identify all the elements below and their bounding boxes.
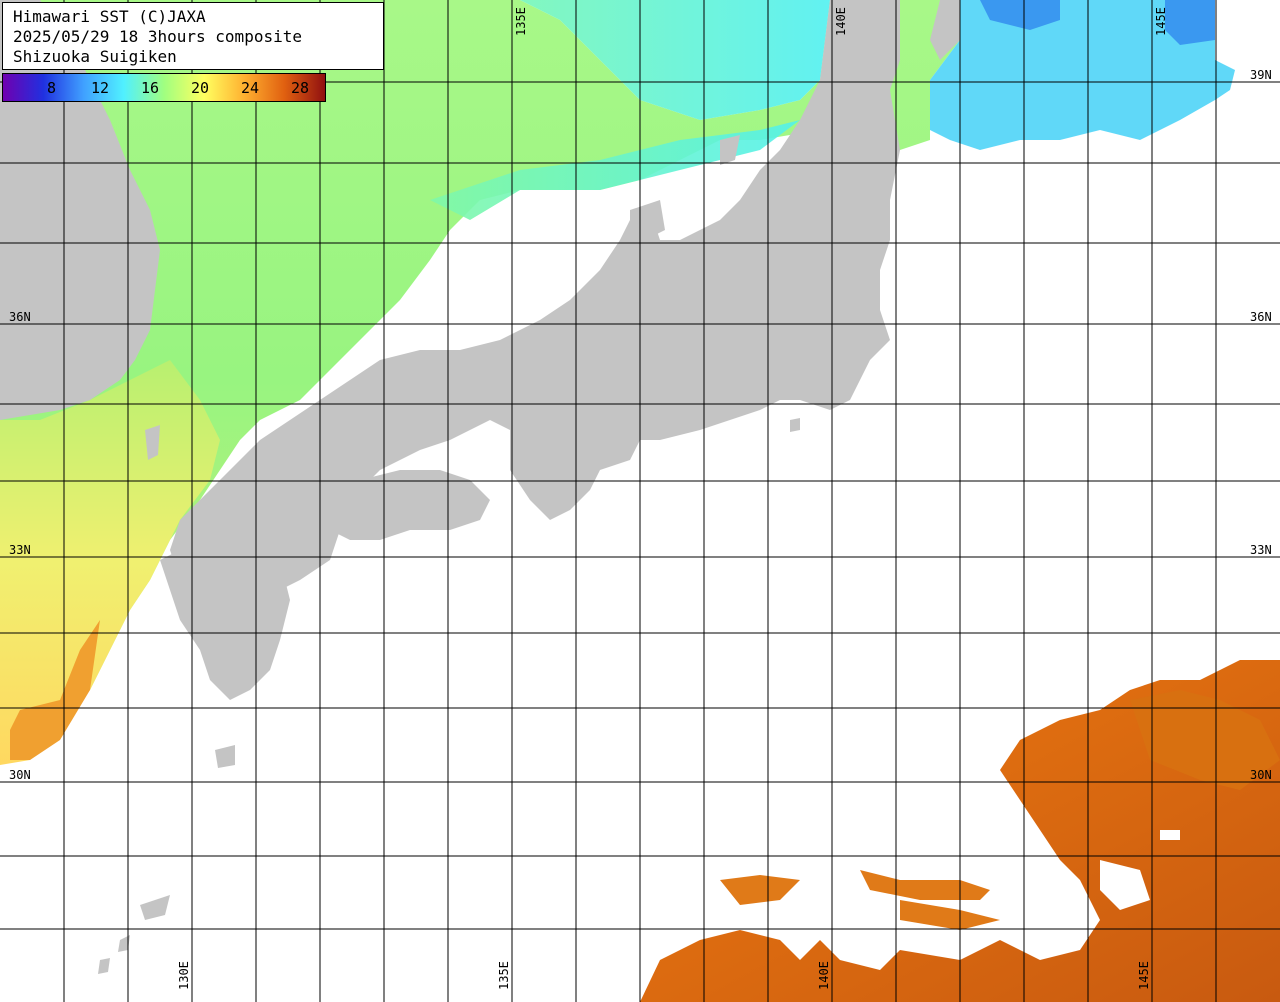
- sst-colorbar: 8 12 16 20 24 28: [2, 73, 326, 102]
- tanegashima-island: [215, 745, 235, 768]
- colorbar-tick: 20: [191, 79, 210, 97]
- lat-lon-grid: [0, 0, 1280, 1002]
- lat-label-33n-right: 33N: [1250, 543, 1272, 557]
- title-line-1: Himawari SST (C)JAXA: [13, 7, 206, 26]
- lat-label-36n-left: 36N: [9, 310, 31, 324]
- kyushu: [160, 540, 290, 700]
- title-box: Himawari SST (C)JAXA 2025/05/29 18 3hour…: [2, 2, 384, 70]
- lat-label-36n-right: 36N: [1250, 310, 1272, 324]
- title-line-2: 2025/05/29 18 3hours composite: [13, 27, 302, 46]
- map-canvas: [0, 0, 1280, 1002]
- lat-label-39n-right: 39N: [1250, 68, 1272, 82]
- lon-label-145e-top: 145E: [1154, 7, 1168, 36]
- colorbar-tick: 28: [291, 79, 310, 97]
- nansei-island-1: [140, 895, 170, 920]
- lat-label-30n-left: 30N: [9, 768, 31, 782]
- izu-island-1: [790, 418, 800, 432]
- lon-label-135e-bottom: 135E: [497, 961, 511, 990]
- lat-label-33n-left: 33N: [9, 543, 31, 557]
- lat-label-30n-right: 30N: [1250, 768, 1272, 782]
- colorbar-tick: 12: [91, 79, 110, 97]
- sst-map: Himawari SST (C)JAXA 2025/05/29 18 3hour…: [0, 0, 1280, 1002]
- title-line-3: Shizuoka Suigiken: [13, 47, 177, 66]
- lon-label-130e-bottom: 130E: [177, 961, 191, 990]
- lon-label-145e-bottom: 145E: [1137, 961, 1151, 990]
- colorbar-tick: 16: [141, 79, 160, 97]
- nansei-island-3: [98, 958, 110, 974]
- sado-island: [720, 135, 740, 165]
- lon-label-140e-top: 140E: [834, 7, 848, 36]
- lon-label-140e-bottom: 140E: [817, 961, 831, 990]
- sst-streaks: [720, 870, 1000, 930]
- colorbar-tick: 24: [241, 79, 260, 97]
- colorbar-tick: 8: [47, 79, 57, 97]
- lon-label-135e-top: 135E: [514, 7, 528, 36]
